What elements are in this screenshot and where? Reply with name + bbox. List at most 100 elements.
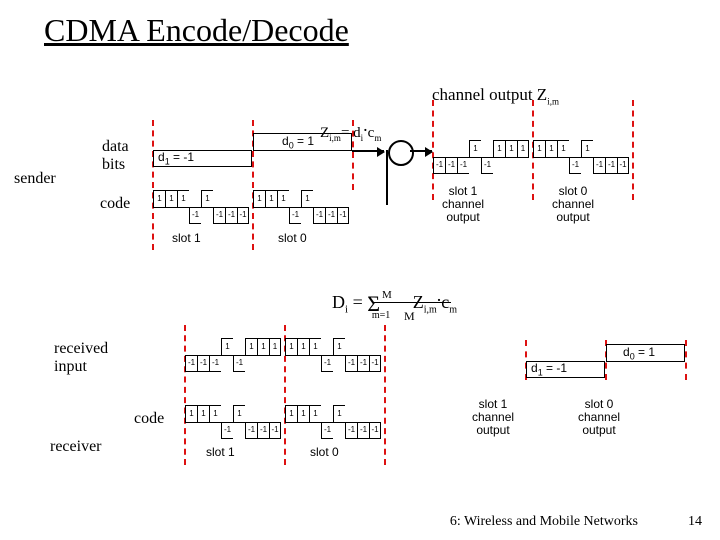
- chip-cell: -1: [237, 207, 249, 224]
- chip-cell: 1: [333, 338, 345, 355]
- chip-cell: -1: [245, 422, 257, 439]
- slot1-out-label-bot: slot 1 channel output: [472, 398, 514, 438]
- chip-cell: -1: [345, 422, 357, 439]
- chip-cell: 1: [201, 190, 213, 207]
- chip-cell: -1: [369, 422, 381, 439]
- chip-cell: -1: [617, 157, 629, 174]
- code-seq-slot1: 111-11-1-1-1: [153, 190, 249, 224]
- guide: [632, 100, 634, 200]
- chip-cell: 1: [185, 405, 197, 422]
- chip-cell: 1: [517, 140, 529, 157]
- chip-cell: -1: [185, 355, 197, 372]
- guide: [384, 325, 386, 465]
- chip-cell: 1: [197, 405, 209, 422]
- enc-seq-slot0: 111-11-1-1-1: [533, 140, 629, 174]
- code-label-bot: code: [134, 410, 164, 428]
- chip-cell: 1: [257, 338, 269, 355]
- chip-cell: 1: [581, 140, 593, 157]
- chip-cell: -1: [257, 422, 269, 439]
- code-seq-slot0: 111-11-1-1-1: [253, 190, 349, 224]
- chip-cell: 1: [177, 190, 189, 207]
- chip-cell: 1: [209, 405, 221, 422]
- d0-out-box: d0 = 1: [606, 344, 685, 361]
- chip-cell: 1: [469, 140, 481, 157]
- rx-seq-slot1: -1-1-11-1111: [185, 338, 281, 372]
- chip-cell: 1: [277, 190, 289, 207]
- chip-cell: 1: [269, 338, 281, 355]
- chip-cell: 1: [493, 140, 505, 157]
- chip-cell: -1: [225, 207, 237, 224]
- chip-cell: 1: [221, 338, 233, 355]
- chip-cell: -1: [337, 207, 349, 224]
- chip-cell: -1: [189, 207, 201, 224]
- chip-cell: 1: [153, 190, 165, 207]
- d1-out-box: d1 = -1: [526, 361, 605, 378]
- rx-seq-slot0: 111-11-1-1-1: [285, 338, 381, 372]
- chip-cell: 1: [165, 190, 177, 207]
- slot0-out-label-top: slot 0 channel output: [552, 185, 594, 225]
- chip-cell: -1: [197, 355, 209, 372]
- slot1-out-label-top: slot 1 channel output: [442, 185, 484, 225]
- chip-cell: -1: [345, 355, 357, 372]
- chip-cell: -1: [221, 422, 233, 439]
- chip-cell: -1: [209, 355, 221, 372]
- footer-section: 6: Wireless and Mobile Networks: [450, 514, 638, 530]
- chip-cell: -1: [357, 422, 369, 439]
- chip-cell: -1: [321, 422, 333, 439]
- chip-cell: -1: [605, 157, 617, 174]
- slot0-out-label-bot: slot 0 channel output: [578, 398, 620, 438]
- chip-cell: -1: [369, 355, 381, 372]
- channel-output-label: channel output Zi,m: [432, 86, 559, 107]
- chip-cell: -1: [321, 355, 333, 372]
- chip-cell: 1: [297, 338, 309, 355]
- chip-cell: 1: [309, 405, 321, 422]
- multiplier-icon: [388, 140, 414, 166]
- code-seq-bot-slot0: 111-11-1-1-1: [285, 405, 381, 439]
- chip-cell: -1: [233, 355, 245, 372]
- footer-page: 14: [688, 514, 702, 530]
- chip-cell: 1: [309, 338, 321, 355]
- chip-cell: -1: [313, 207, 325, 224]
- chip-cell: 1: [253, 190, 265, 207]
- chip-cell: 1: [533, 140, 545, 157]
- code-label-top: code: [100, 195, 130, 213]
- data-bits-label: data bits: [102, 138, 129, 173]
- enc-seq-slot1: -1-1-11-1111: [433, 140, 529, 174]
- chip-cell: 1: [233, 405, 245, 422]
- slot0-label-top: slot 0: [278, 232, 307, 245]
- zim-formula: Zi,m= di.cm: [320, 116, 381, 144]
- chip-cell: 1: [505, 140, 517, 157]
- chip-cell: -1: [357, 355, 369, 372]
- guide: [152, 120, 154, 250]
- slot1-label-bot: slot 1: [206, 446, 235, 459]
- chip-cell: 1: [557, 140, 569, 157]
- chip-cell: 1: [265, 190, 277, 207]
- chip-cell: -1: [325, 207, 337, 224]
- guide: [685, 340, 687, 380]
- receiver-label: receiver: [50, 438, 102, 456]
- m-divisor: M: [404, 310, 415, 323]
- chip-cell: -1: [457, 157, 469, 174]
- received-input-label: received input: [54, 340, 108, 375]
- chip-cell: 1: [285, 405, 297, 422]
- chip-cell: -1: [269, 422, 281, 439]
- chip-cell: 1: [245, 338, 257, 355]
- chip-cell: -1: [481, 157, 493, 174]
- d1-box: d1 = -1: [153, 150, 252, 167]
- slot1-label-top: slot 1: [172, 232, 201, 245]
- chip-cell: 1: [301, 190, 313, 207]
- chip-cell: 1: [297, 405, 309, 422]
- slot0-label-bot: slot 0: [310, 446, 339, 459]
- chip-cell: -1: [593, 157, 605, 174]
- code-seq-bot-slot1: 111-11-1-1-1: [185, 405, 281, 439]
- chip-cell: -1: [433, 157, 445, 174]
- chip-cell: -1: [289, 207, 301, 224]
- chip-cell: 1: [333, 405, 345, 422]
- chip-cell: -1: [445, 157, 457, 174]
- chip-cell: 1: [285, 338, 297, 355]
- di-formula: Di = ΣMm=1 Zi,m.cm: [332, 285, 457, 316]
- sender-label: sender: [14, 170, 56, 188]
- chip-cell: -1: [569, 157, 581, 174]
- chip-cell: -1: [213, 207, 225, 224]
- page-title: CDMA Encode/Decode: [44, 12, 349, 49]
